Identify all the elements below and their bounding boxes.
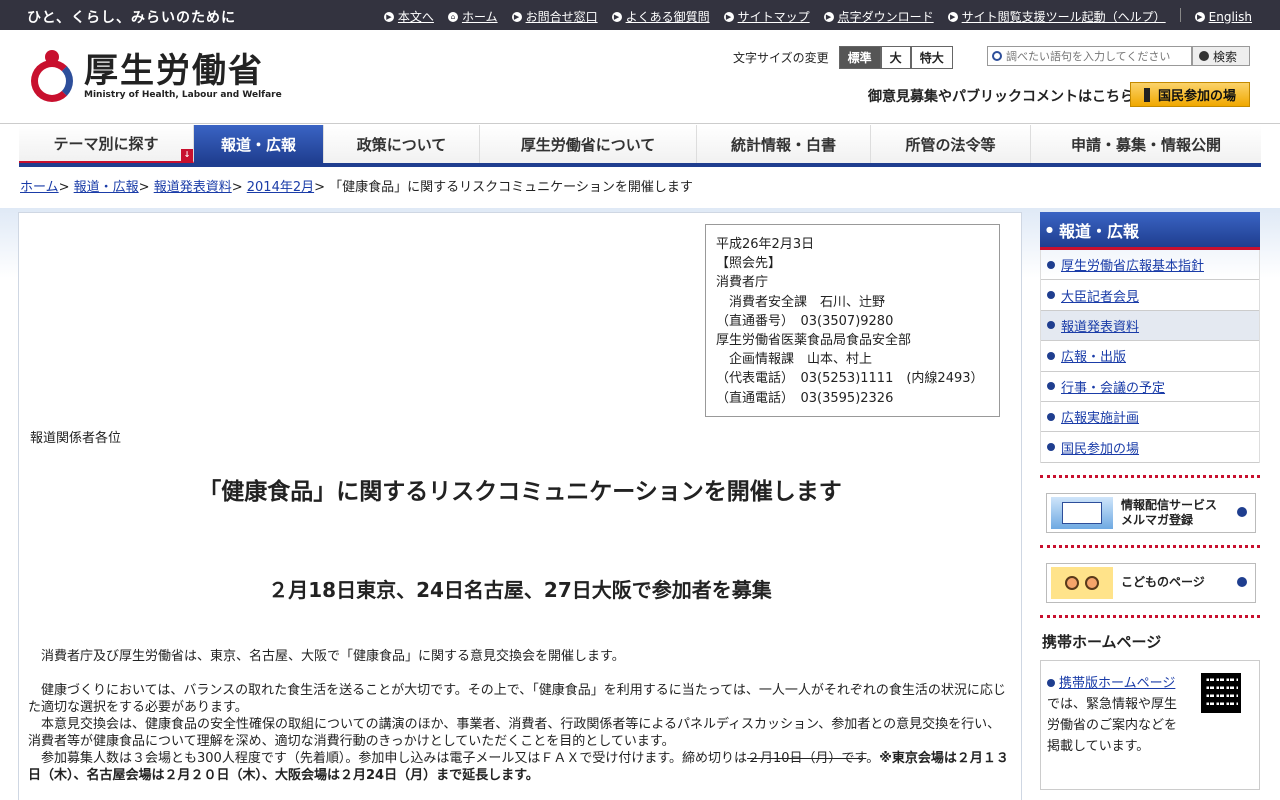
english-link[interactable]: ▶ English xyxy=(1194,8,1252,25)
arrow-icon xyxy=(1237,506,1247,517)
kids-icon xyxy=(1051,566,1113,599)
page-subtitle: ２月18日東京、24日名古屋、27日大阪で参加者を募集 xyxy=(268,578,772,602)
bullet-icon xyxy=(1047,351,1055,360)
font-size-label: 文字サイズの変更 xyxy=(733,51,829,65)
qr-code-icon xyxy=(1201,672,1241,713)
public-comment-text: 御意見募集やパブリックコメントはこちら xyxy=(868,89,1134,105)
nav-applications[interactable]: 申請・募集・情報公開 xyxy=(1031,125,1261,163)
breadcrumb-home[interactable]: ホーム xyxy=(20,180,59,195)
bullet-icon xyxy=(1047,678,1055,687)
font-size-standard-button[interactable]: 標準 xyxy=(838,46,881,69)
sidebar-item[interactable]: 厚生労働省広報基本指針 xyxy=(1041,250,1259,281)
bullet-icon xyxy=(1047,321,1055,330)
mobile-box: 携帯版ホームページでは、緊急情報や厚生労働省のご案内などを掲載しています。 xyxy=(1040,659,1260,790)
sidebar: 報道・広報 厚生労働省広報基本指針 大臣記者会見 報道発表資料 広報・出版 行事… xyxy=(1040,212,1260,790)
nav-theme[interactable]: テーマ別に探す ↓ xyxy=(19,125,194,163)
site-search: 検索 xyxy=(987,46,1251,66)
tagline: ひと、くらし、みらいのために xyxy=(27,10,237,26)
divider xyxy=(1040,544,1260,551)
arrow-icon xyxy=(1237,576,1247,587)
contact-link[interactable]: ▶ お問合せ窓口 xyxy=(511,8,598,25)
breadcrumb-press[interactable]: 報道・広報 xyxy=(74,180,139,195)
contact-box: 平成26年2月3日 【照会先】 消費者庁 消費者安全課 石川、辻野 （直通番号）… xyxy=(705,224,1000,417)
nav-laws[interactable]: 所管の法令等 xyxy=(871,125,1031,163)
article-body: 消費者庁及び厚生労働省は、東京、名古屋、大阪で「健康食品」に関する意見交換会を開… xyxy=(28,648,1012,784)
accessibility-tool-link[interactable]: ▶ サイト閲覧支援ツール起動（ヘルプ） xyxy=(947,8,1166,25)
global-nav: テーマ別に探す ↓ 報道・広報 政策について 厚生労働省について 統計情報・白書 … xyxy=(19,125,1261,167)
site-header: 厚生労働省 Ministry of Health, Labour and Wel… xyxy=(0,30,1280,124)
participation-button[interactable]: 国民参加の場 xyxy=(1130,82,1250,107)
bullet-icon xyxy=(1047,443,1055,452)
bullet-icon xyxy=(1047,382,1055,391)
utility-bar: ひと、くらし、みらいのために ▶ 本文へ ⌂ ホーム ▶ お問合せ窓口 ▶ よくある御質… xyxy=(0,0,1280,30)
arrow-icon: ▶ xyxy=(383,11,394,22)
paragraph: 健康づくりにおいては、バランスの取れた食生活を送ることが大切です。その上で、「健… xyxy=(28,683,1006,715)
braille-download-link[interactable]: ▶ 点字ダウンロード xyxy=(823,8,934,25)
sidebar-list: 厚生労働省広報基本指針 大臣記者会見 報道発表資料 広報・出版 行事・会議の予定… xyxy=(1040,250,1260,463)
expand-icon: ↓ xyxy=(181,149,193,161)
logo-icon xyxy=(28,50,76,102)
paragraph: 消費者庁及び厚生労働省は、東京、名古屋、大阪で「健康食品」に関する意見交換会を開… xyxy=(41,649,625,664)
skip-to-content-link[interactable]: ▶ 本文へ xyxy=(383,8,434,25)
mail-icon xyxy=(1051,496,1113,529)
page-title: 「健康食品」に関するリスクコミュニケーションを開催します xyxy=(198,479,842,505)
mobile-heading: 携帯ホームページ xyxy=(1042,632,1162,651)
search-button[interactable]: 検索 xyxy=(1192,46,1251,66)
nav-press[interactable]: 報道・広報 xyxy=(194,125,324,163)
divider xyxy=(1040,614,1260,621)
struck-deadline: ２月10日（月）です xyxy=(747,751,867,766)
divider xyxy=(1179,8,1181,22)
font-size-switcher: 文字サイズの変更 標準 大 特大 xyxy=(733,46,953,69)
search-icon xyxy=(992,51,1002,61)
sidebar-item[interactable]: 国民参加の場 xyxy=(1041,432,1259,463)
bullet-icon xyxy=(1047,291,1055,300)
font-size-xlarge-button[interactable]: 特大 xyxy=(910,46,953,69)
arrow-icon: ▶ xyxy=(723,11,734,22)
search-input[interactable] xyxy=(987,46,1192,66)
utility-links: ▶ 本文へ ⌂ ホーム ▶ お問合せ窓口 ▶ よくある御質問 ▶ サイトマップ ▶ 点字ダウ… xyxy=(383,8,1252,25)
paragraph: 参加募集人数は３会場とも300人程度です（先着順）。参加申し込みは電子メール又は… xyxy=(28,751,1009,783)
nav-statistics[interactable]: 統計情報・白書 xyxy=(697,125,871,163)
mail-magazine-banner[interactable]: 情報配信サービス メルマガ登録 xyxy=(1046,492,1256,533)
arrow-icon: ▶ xyxy=(511,11,522,22)
nav-about[interactable]: 厚生労働省について xyxy=(480,125,697,163)
breadcrumb: ホーム> 報道・広報> 報道発表資料> 2014年2月> 「健康食品」に関するリ… xyxy=(20,180,693,195)
arrow-icon xyxy=(1199,51,1209,61)
kids-page-banner[interactable]: こどものページ xyxy=(1046,562,1256,603)
arrow-icon: ▶ xyxy=(611,11,622,22)
divider xyxy=(1040,474,1260,481)
sidebar-item[interactable]: 広報実施計画 xyxy=(1041,402,1259,433)
sidebar-item[interactable]: 広報・出版 xyxy=(1041,341,1259,372)
font-size-large-button[interactable]: 大 xyxy=(880,46,911,69)
arrow-icon: ▶ xyxy=(947,11,958,22)
breadcrumb-releases[interactable]: 報道発表資料 xyxy=(154,180,232,195)
logo-text-jp: 厚生労働省 xyxy=(84,51,264,91)
addressee: 報道関係者各位 xyxy=(30,431,122,446)
arrow-icon: ▶ xyxy=(823,11,834,22)
sitemap-link[interactable]: ▶ サイトマップ xyxy=(723,8,810,25)
faq-link[interactable]: ▶ よくある御質問 xyxy=(611,8,710,25)
breadcrumb-current: 「健康食品」に関するリスクコミュニケーションを開催します xyxy=(329,180,693,195)
sidebar-heading[interactable]: 報道・広報 xyxy=(1040,212,1260,250)
arrow-icon: ▶ xyxy=(1194,11,1205,22)
paragraph: 本意見交換会は、健康食品の安全性確保の取組についての講演のほか、事業者、消費者、… xyxy=(28,717,1001,749)
home-link[interactable]: ⌂ ホーム xyxy=(447,8,498,25)
sidebar-item[interactable]: 行事・会議の予定 xyxy=(1041,372,1259,402)
mobile-link[interactable]: 携帯版ホームページ xyxy=(1059,676,1175,691)
breadcrumb-month[interactable]: 2014年2月 xyxy=(247,180,314,195)
site-logo[interactable]: 厚生労働省 Ministry of Health, Labour and Wel… xyxy=(28,50,282,102)
sidebar-item[interactable]: 大臣記者会見 xyxy=(1041,280,1259,311)
bullet-icon xyxy=(1047,412,1055,421)
bullet-icon xyxy=(1047,260,1055,269)
sidebar-item-current[interactable]: 報道発表資料 xyxy=(1041,310,1259,342)
home-icon: ⌂ xyxy=(447,11,458,22)
nav-policy[interactable]: 政策について xyxy=(324,125,480,163)
logo-text-en: Ministry of Health, Labour and Welfare xyxy=(84,90,282,100)
